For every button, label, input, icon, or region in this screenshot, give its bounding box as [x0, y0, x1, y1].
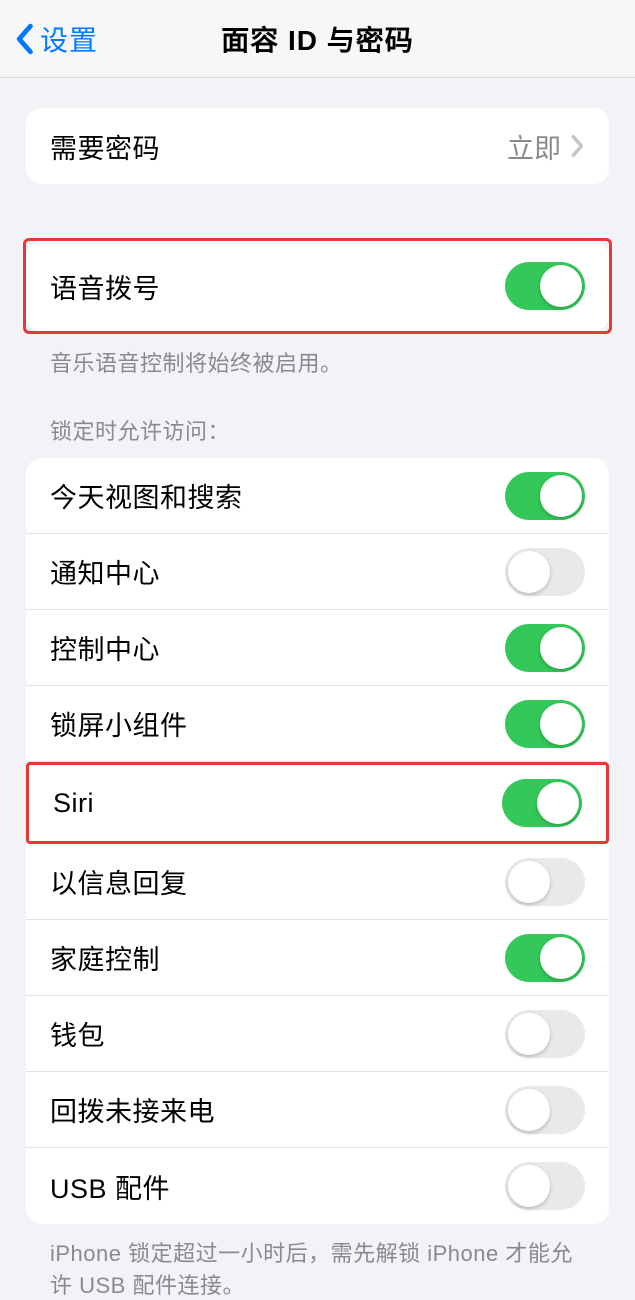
highlight-voice-dial: 语音拨号 — [23, 238, 612, 334]
cell-value-wrap: 立即 — [507, 127, 585, 166]
allow-access-item-toggle[interactable] — [505, 934, 585, 982]
allow-access-group: 今天视图和搜索通知中心控制中心锁屏小组件 Siri 以信息回复家庭控制钱包回拨未接来… — [26, 458, 609, 1224]
allow-access-header: 锁定时允许访问： — [26, 378, 609, 458]
allow-access-item-label: 控制中心 — [50, 628, 160, 667]
allow-access-item-label: 回拨未接来电 — [50, 1090, 215, 1129]
voice-dial-toggle[interactable] — [505, 262, 585, 310]
require-passcode-label: 需要密码 — [50, 127, 160, 166]
allow-access-cell: 以信息回复 — [26, 844, 609, 920]
allow-access-item-toggle[interactable] — [502, 779, 582, 827]
allow-access-item-toggle[interactable] — [505, 1086, 585, 1134]
allow-access-item-label: 家庭控制 — [50, 938, 160, 977]
allow-access-cell: 今天视图和搜索 — [26, 458, 609, 534]
voice-dial-label: 语音拨号 — [50, 267, 160, 306]
require-passcode-group: 需要密码 立即 — [26, 108, 609, 184]
allow-access-item-toggle[interactable] — [505, 1162, 585, 1210]
voice-dial-footer: 音乐语音控制将始终被启用。 — [26, 334, 609, 378]
allow-access-item-label: 以信息回复 — [50, 862, 188, 901]
allow-access-item-toggle[interactable] — [505, 1010, 585, 1058]
allow-access-cell: 回拨未接来电 — [26, 1072, 609, 1148]
allow-access-item-toggle[interactable] — [505, 858, 585, 906]
allow-access-item-label: 今天视图和搜索 — [50, 476, 243, 515]
chevron-right-icon — [571, 134, 585, 158]
nav-bar: 设置 面容 ID 与密码 — [0, 0, 635, 78]
require-passcode-value: 立即 — [507, 127, 561, 166]
allow-access-item-toggle[interactable] — [505, 472, 585, 520]
back-label: 设置 — [40, 19, 98, 59]
allow-access-cell: 家庭控制 — [26, 920, 609, 996]
allow-access-cell: 锁屏小组件 — [26, 686, 609, 762]
allow-access-item-label: 通知中心 — [50, 552, 160, 591]
allow-access-item-toggle[interactable] — [505, 700, 585, 748]
allow-access-item-label: USB 配件 — [50, 1167, 170, 1206]
allow-access-cell: 控制中心 — [26, 610, 609, 686]
allow-access-cell: 通知中心 — [26, 534, 609, 610]
allow-access-item-toggle[interactable] — [505, 548, 585, 596]
highlight-siri: Siri — [26, 762, 609, 844]
content: 需要密码 立即 语音拨号 音乐语音控制将始终被启用。 锁定时允许访问： 今天视图… — [0, 78, 635, 1300]
allow-access-item-toggle[interactable] — [505, 624, 585, 672]
back-button[interactable]: 设置 — [0, 19, 98, 59]
require-passcode-cell[interactable]: 需要密码 立即 — [26, 108, 609, 184]
voice-dial-cell: 语音拨号 — [26, 241, 609, 331]
allow-access-cell: USB 配件 — [26, 1148, 609, 1224]
allow-access-footer: iPhone 锁定超过一小时后，需先解锁 iPhone 才能允许 USB 配件连… — [26, 1224, 609, 1300]
voice-dial-group: 语音拨号 — [26, 241, 609, 331]
allow-access-item-label: Siri — [53, 788, 94, 819]
allow-access-item-label: 锁屏小组件 — [50, 704, 188, 743]
chevron-left-icon — [14, 23, 34, 55]
page-title: 面容 ID 与密码 — [221, 19, 414, 59]
allow-access-cell: 钱包 — [26, 996, 609, 1072]
allow-access-cell: Siri — [29, 765, 606, 841]
allow-access-item-label: 钱包 — [50, 1014, 105, 1053]
